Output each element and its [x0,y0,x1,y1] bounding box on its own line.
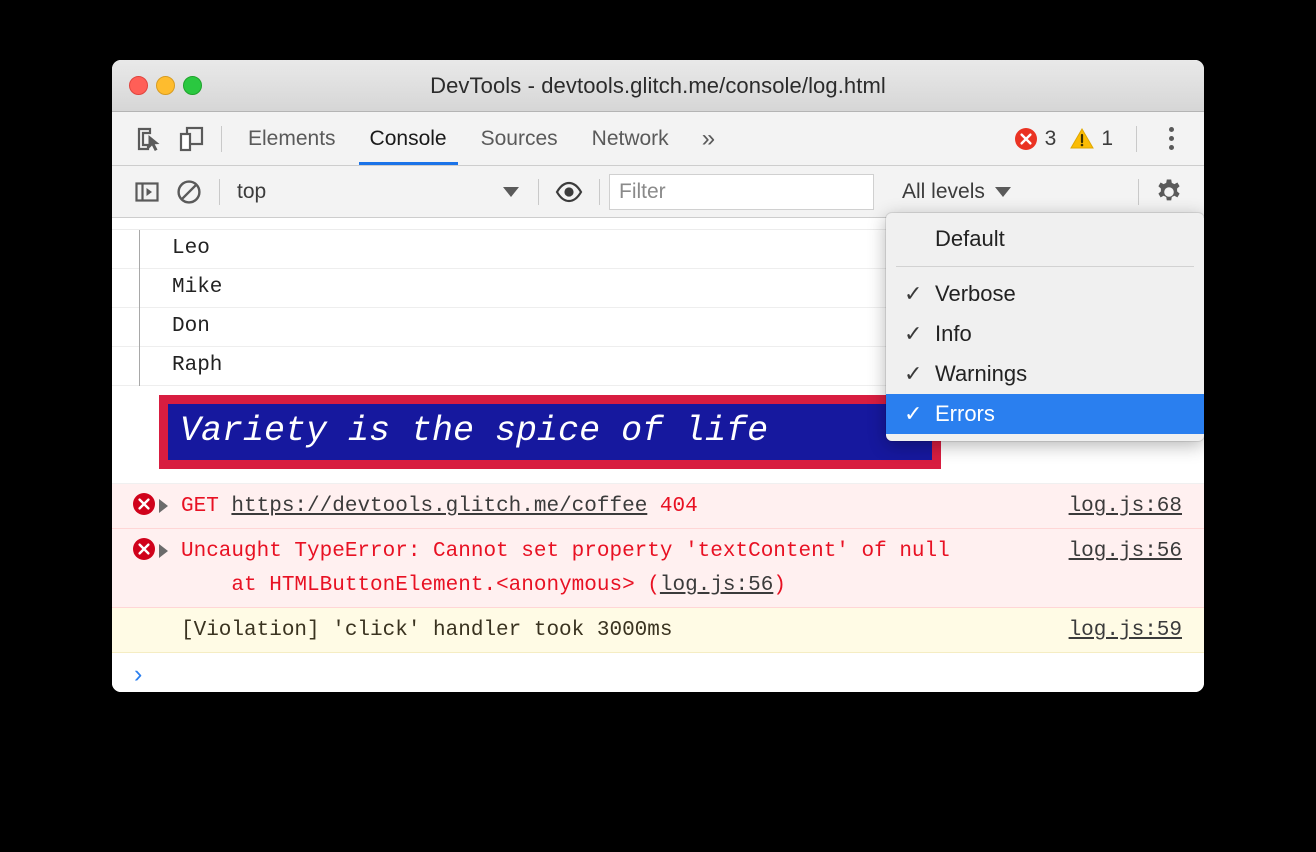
window-title: DevTools - devtools.glitch.me/console/lo… [430,72,886,98]
stack-frame-suffix: ) [773,574,786,598]
menu-divider [896,266,1194,267]
expand-arrow-icon[interactable] [159,499,177,513]
source-link[interactable]: log.js:56 [1069,533,1204,569]
tab-network[interactable]: Network [575,112,686,165]
error-count-value: 3 [1044,126,1057,150]
stack-frame-link[interactable]: log.js:56 [660,574,773,597]
log-levels-dropdown-button[interactable]: All levels [888,173,1025,211]
toolbar-divider [221,125,222,152]
toolbar-divider [538,178,539,205]
chevron-down-icon [503,186,519,197]
tab-elements[interactable]: Elements [231,112,353,165]
log-message: Uncaught TypeError: Cannot set property … [181,533,1069,603]
tab-console[interactable]: Console [353,112,464,165]
warning-triangle-icon [1070,127,1095,148]
menu-item-label: Info [935,321,972,346]
log-message: [Violation] 'click' handler took 3000ms [181,619,673,643]
check-icon: ✓ [904,281,923,306]
warning-count-value: 1 [1101,126,1113,150]
error-circle-icon [129,537,159,561]
check-icon: ✓ [904,361,923,386]
toolbar-divider [1136,125,1137,152]
error-circle-icon [129,492,159,516]
menu-item-verbose[interactable]: ✓ Verbose [886,274,1204,314]
table-row[interactable]: Uncaught TypeError: Cannot set property … [112,529,1204,609]
execution-context-select[interactable]: top [229,174,529,210]
expand-arrow-icon[interactable] [159,544,177,559]
request-method: GET [181,495,219,518]
clear-console-icon[interactable] [168,171,210,213]
live-expression-eye-icon[interactable] [548,171,590,213]
console-toolbar-right [1129,171,1204,213]
kebab-menu-icon[interactable] [1152,120,1190,158]
console-prompt-row[interactable]: › [112,653,1204,692]
log-levels-menu[interactable]: Default ✓ Verbose ✓ Info ✓ Warnings ✓ Er… [886,213,1204,441]
toolbar-divider [219,178,220,205]
chevron-down-icon [994,186,1011,197]
table-row[interactable]: [Violation] 'click' handler took 3000ms … [112,608,1204,654]
check-icon: ✓ [904,321,923,346]
devtools-tab-strip: Elements Console Sources Network » 3 1 [112,112,1204,166]
error-circle-icon [1014,127,1037,150]
stack-frame-prefix: at HTMLButtonElement.<anonymous> ( [181,574,660,598]
source-link[interactable]: log.js:59 [1069,612,1204,648]
console-toolbar: top All levels [112,166,1204,218]
more-tabs-icon[interactable]: » [686,126,731,151]
check-icon: ✓ [904,401,923,426]
group-indent-line [139,230,140,386]
menu-item-errors[interactable]: ✓ Errors [886,394,1204,434]
request-url[interactable]: https://devtools.glitch.me/coffee [231,495,647,518]
table-row[interactable]: GET https://devtools.glitch.me/coffee 40… [112,484,1204,530]
log-message: GET https://devtools.glitch.me/coffee 40… [181,488,1069,524]
console-sidebar-icon[interactable] [126,171,168,213]
toolbar-divider [1138,178,1139,205]
tabstrip-right-controls: 3 1 [1014,120,1204,158]
warning-count-badge[interactable]: 1 [1070,127,1123,151]
menu-item-default[interactable]: Default [886,219,1204,259]
tab-sources[interactable]: Sources [464,112,575,165]
source-link[interactable]: log.js:68 [1069,488,1204,524]
device-toolbar-icon[interactable] [170,118,212,160]
menu-item-label: Warnings [935,361,1028,386]
menu-item-label: Errors [935,401,995,426]
styled-console-message: Variety is the spice of life [159,395,941,469]
menu-item-label: Verbose [935,281,1016,306]
inspect-element-icon[interactable] [128,118,170,160]
log-levels-label: All levels [902,179,985,203]
close-window-button[interactable] [129,76,148,95]
traffic-lights [112,76,202,95]
window-title-bar: DevTools - devtools.glitch.me/console/lo… [112,60,1204,112]
toolbar-divider [599,178,600,205]
filter-input[interactable] [609,173,874,210]
prompt-chevron-icon: › [134,660,143,689]
status-badge: 404 [659,495,698,518]
error-count-badge[interactable]: 3 [1014,127,1067,151]
error-message: Uncaught TypeError: Cannot set property … [181,540,950,564]
minimize-window-button[interactable] [156,76,175,95]
menu-item-warnings[interactable]: ✓ Warnings [886,354,1204,394]
settings-gear-icon[interactable] [1148,171,1190,213]
maximize-window-button[interactable] [183,76,202,95]
menu-item-info[interactable]: ✓ Info [886,314,1204,354]
execution-context-value: top [237,179,267,203]
